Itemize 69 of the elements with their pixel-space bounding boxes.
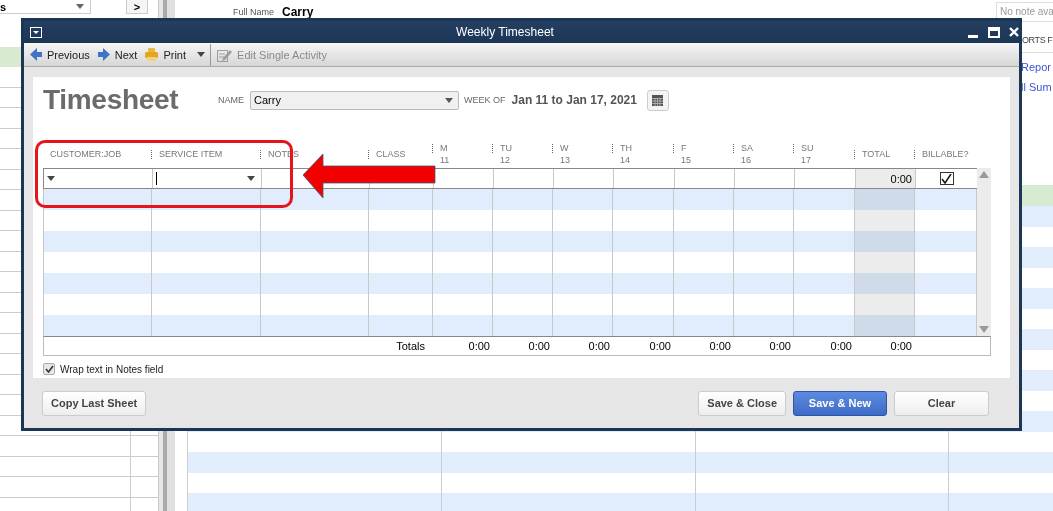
calendar-icon — [652, 94, 664, 106]
caret-icon — [445, 97, 453, 103]
checkbox[interactable] — [43, 363, 55, 375]
window-title: Weekly Timesheet — [455, 25, 555, 39]
report-link[interactable]: ll Sum — [1021, 81, 1053, 93]
close-icon[interactable] — [1009, 27, 1019, 37]
toolbar-button[interactable]: Next — [95, 48, 144, 61]
column-date: 14 — [620, 154, 631, 166]
next-button[interactable]: > — [126, 0, 148, 14]
checkbox-label: Wrap text in Notes field — [60, 363, 164, 375]
button[interactable]: Save & Close — [698, 390, 786, 416]
total-value: 0:00 — [890, 172, 913, 185]
edit-icon — [217, 47, 233, 62]
scroll-down-icon[interactable] — [979, 326, 989, 333]
column-header: M — [440, 142, 449, 154]
column-date: 17 — [801, 154, 812, 166]
scroll-up-icon[interactable] — [979, 171, 989, 178]
column-header: F — [681, 142, 688, 154]
column-header: CUSTOMER:JOB — [50, 148, 123, 160]
column-header: SERVICE ITEM — [159, 148, 224, 160]
total-value: 0:00 — [709, 340, 731, 352]
total-value: 0:00 — [830, 340, 852, 352]
field-label: NAME — [218, 95, 244, 105]
printer-icon — [145, 48, 159, 61]
column-header: CLASS — [376, 148, 407, 160]
total-value: 0:00 — [468, 340, 490, 352]
column-header: SU — [801, 142, 815, 154]
left-arrow-icon — [30, 48, 42, 61]
table-row[interactable] — [43, 189, 977, 210]
column-date: 16 — [741, 154, 752, 166]
column-date: 11 — [440, 154, 451, 166]
full-name-value: Carry — [282, 5, 314, 19]
totals-label: Totals — [396, 340, 425, 352]
scrollbar[interactable] — [977, 168, 991, 336]
field-label: WEEK OF — [464, 95, 506, 105]
total-value: 0:00 — [588, 340, 610, 352]
toolbar-button[interactable]: Print — [143, 48, 193, 61]
form-title: Timesheet — [43, 84, 180, 116]
column-header: TH — [620, 142, 633, 154]
button[interactable]: Copy Last Sheet — [42, 390, 147, 416]
calendar-button[interactable] — [646, 89, 669, 111]
toolbar-button[interactable]: Previous — [28, 48, 96, 61]
name-dropdown[interactable]: Carry — [250, 90, 459, 110]
column-date: 15 — [681, 154, 692, 166]
column-header: BILLABLE? — [922, 148, 970, 160]
column-date: 12 — [500, 154, 511, 166]
caret-icon — [247, 176, 255, 181]
right-arrow-icon — [97, 48, 110, 61]
total-value: 0:00 — [528, 340, 550, 352]
billable-checkbox[interactable] — [939, 172, 954, 185]
caret-icon — [76, 4, 84, 9]
column-header: SA — [741, 142, 754, 154]
button[interactable]: Clear — [894, 390, 989, 416]
window-menu-icon[interactable] — [30, 26, 42, 38]
column-header: W — [560, 142, 570, 154]
maximize-icon[interactable] — [988, 26, 1000, 38]
primary-button[interactable]: Save & New — [793, 390, 887, 416]
report-link[interactable]: Repor — [1021, 61, 1053, 73]
column-header: TU — [500, 142, 513, 154]
week-range: Jan 11 to Jan 17, 2021 — [511, 93, 637, 107]
column-header: TOTAL — [862, 148, 892, 160]
total-value: 0:00 — [890, 340, 912, 352]
column-date: 13 — [560, 154, 571, 166]
dropdown[interactable]: s — [0, 0, 91, 14]
field-label: Full Name — [233, 7, 274, 17]
total-value: 0:00 — [769, 340, 791, 352]
total-value: 0:00 — [649, 340, 671, 352]
caret-icon — [47, 176, 55, 181]
caret-icon — [197, 52, 206, 57]
